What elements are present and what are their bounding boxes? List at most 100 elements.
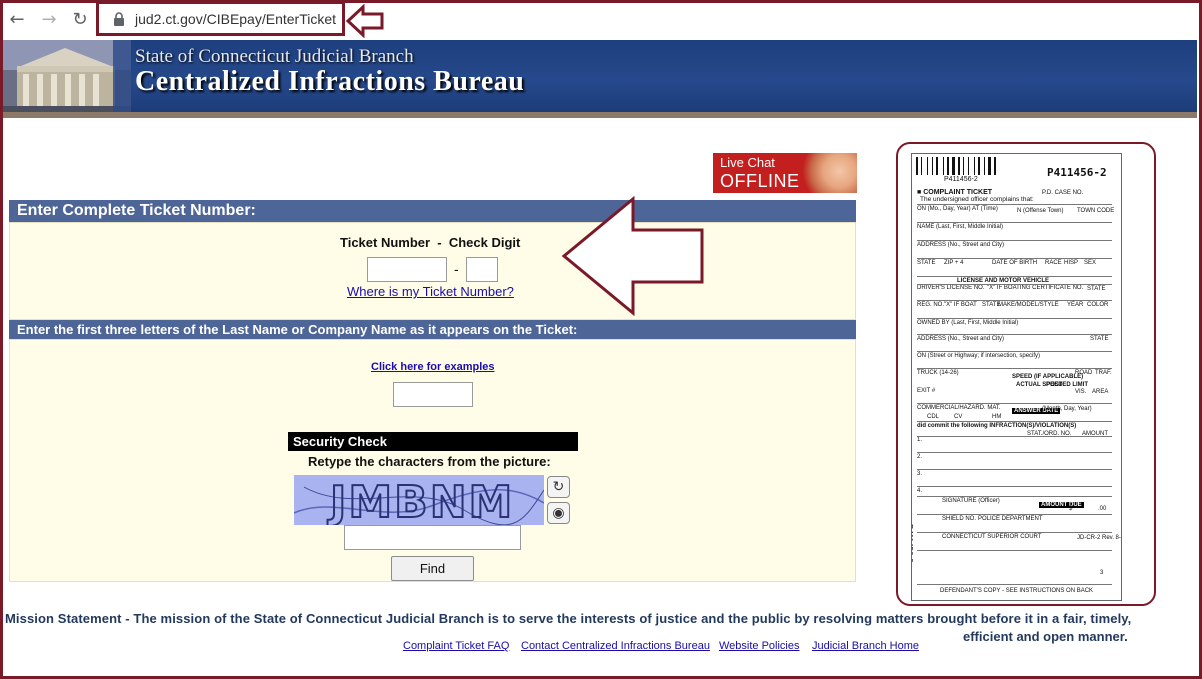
- ticket-rule-line: [917, 204, 1112, 205]
- ticket-field-label: NAME (Last, First, Middle Initial): [917, 224, 1004, 230]
- pd-case-label: P.D. CASE NO.: [1042, 190, 1084, 196]
- judicial-branch-home-link[interactable]: Judicial Branch Home: [812, 640, 919, 652]
- arrow-left-icon[interactable]: ←: [6, 9, 28, 31]
- ticket-field-label: TRUCK (14-26): [917, 370, 959, 376]
- ticket-field-label: HISP: [1064, 260, 1079, 266]
- ticket-field-label: .00: [1098, 506, 1107, 512]
- ticket-field-label: ADDRESS (No., Street and City): [917, 336, 1005, 342]
- ticket-number-label: Ticket Number - Check Digit: [340, 235, 521, 250]
- ticket-field-label: RACE: [1045, 260, 1062, 266]
- ticket-field-label: POSTED LIMIT: [1046, 382, 1088, 388]
- address-bar[interactable]: jud2.ct.gov/CIBEpay/EnterTicket: [96, 1, 345, 36]
- live-chat-label: Live Chat: [720, 155, 775, 170]
- ticket-rule-line: [917, 486, 1112, 487]
- barcode-number: P411456-2: [944, 176, 978, 183]
- ticket-field-label: AREA: [1092, 389, 1109, 395]
- ticket-section-heading: Enter Complete Ticket Number:: [9, 200, 856, 222]
- ticket-field-label: STATE: [1087, 286, 1106, 292]
- find-button[interactable]: Find: [391, 556, 474, 581]
- ticket-rule-line: [917, 276, 1112, 277]
- dash-separator: -: [454, 261, 459, 277]
- ticket-rule-line: [917, 258, 1112, 259]
- ticket-field-label: $: [1069, 506, 1073, 512]
- annotation-arrow-icon: [345, 4, 384, 38]
- ticket-field-label: STATE: [1090, 336, 1109, 342]
- ticket-field-label: N (Offense Town): [1017, 208, 1064, 214]
- mission-statement: Mission Statement - The mission of the S…: [5, 611, 1132, 626]
- examples-link[interactable]: Click here for examples: [371, 361, 495, 373]
- captcha-input[interactable]: [344, 525, 521, 550]
- ticket-field-label: SHIELD NO.: [942, 516, 977, 522]
- ticket-field-label: VIS.: [1075, 389, 1087, 395]
- ticket-field-label: DATE OF BIRTH: [992, 260, 1038, 266]
- ticket-rule-line: [917, 452, 1112, 453]
- ticket-rule-line: [917, 284, 1112, 285]
- ticket-rule-line: [917, 436, 1112, 437]
- live-chat-button[interactable]: Live Chat OFFLINE: [713, 153, 857, 193]
- lock-icon: [114, 12, 124, 26]
- ticket-field-label: EXIT #: [917, 388, 936, 394]
- mission-statement-continued: efficient and open manner.: [963, 629, 1128, 644]
- ticket-field-label: 1.: [917, 437, 923, 443]
- captcha-instruction: Retype the characters from the picture:: [308, 454, 551, 469]
- ticket-field-label: did commit the following INFRACTION(S)/V…: [917, 423, 1077, 429]
- annotation-arrow-icon: [561, 196, 704, 316]
- ticket-number-input[interactable]: [367, 257, 447, 282]
- captcha-text: JMBNM: [327, 477, 514, 525]
- security-check-heading: Security Check: [288, 432, 578, 451]
- contact-cib-link[interactable]: Contact Centralized Infractions Bureau: [521, 640, 710, 652]
- ticket-rule-line: [917, 368, 1112, 369]
- ticket-field-label: SEX: [1084, 260, 1097, 266]
- ticket-field-label: 3: [1100, 570, 1104, 576]
- ticket-field-label: CV: [954, 414, 963, 420]
- complaint-ticket-faq-link[interactable]: Complaint Ticket FAQ: [403, 640, 509, 652]
- ticket-field-label: CONNECTICUT SUPERIOR COURT: [942, 534, 1042, 540]
- audio-captcha-icon[interactable]: ◉: [547, 502, 570, 524]
- website-policies-link[interactable]: Website Policies: [719, 640, 800, 652]
- ticket-rule-line: [917, 240, 1112, 241]
- ticket-field-label: (Month, Day, Year): [1042, 406, 1092, 412]
- ticket-rule-line: [917, 222, 1112, 223]
- ticket-field-label: 4.: [917, 488, 923, 494]
- check-digit-input[interactable]: [466, 257, 498, 282]
- ticket-field-label: "X" IF BOATING CERTIFICATE NO.: [987, 285, 1084, 291]
- reload-icon[interactable]: ↻: [69, 9, 91, 31]
- ticket-field-label: ZIP + 4: [944, 260, 964, 266]
- chat-agent-image: [799, 153, 857, 193]
- ticket-rule-line: [917, 300, 1112, 301]
- ticket-rule-line: [917, 514, 1112, 515]
- ticket-field-label: ADDRESS (No., Street and City): [917, 242, 1005, 248]
- banner-title: Centralized Infractions Bureau: [135, 66, 525, 97]
- refresh-captcha-icon[interactable]: ↻: [547, 476, 570, 498]
- ticket-field-label: 3.: [917, 471, 923, 477]
- ticket-field-label: 2.: [917, 454, 923, 460]
- banner-divider: [3, 112, 1197, 118]
- url-text: jud2.ct.gov/CIBEpay/EnterTicket: [135, 11, 337, 27]
- live-chat-status: OFFLINE: [720, 171, 800, 191]
- ticket-field-label: POLICE DEPARTMENT: [978, 516, 1043, 522]
- courthouse-building-icon: [3, 40, 131, 114]
- ticket-field-label: COMMERCIAL/HAZARD. MAT.: [917, 405, 1001, 411]
- ticket-rule-line: [917, 351, 1112, 352]
- ticket-rule-line: [917, 496, 1112, 497]
- ticket-field-label: HM: [992, 414, 1002, 420]
- ticket-subtitle: The undersigned officer complains that:: [920, 196, 1034, 203]
- ticket-field-label: YEAR: [1067, 302, 1084, 308]
- arrow-right-icon[interactable]: →: [38, 9, 60, 31]
- ticket-field-label: TOWN CODE: [1077, 208, 1115, 214]
- name-section-heading: Enter the first three letters of the Las…: [9, 320, 856, 339]
- complaint-ticket-image: P411456-2 P411456-2 ■ COMPLAINT TICKET T…: [911, 153, 1122, 601]
- ticket-field-label: ROAD: [1075, 370, 1093, 376]
- ticket-title: ■ COMPLAINT TICKET: [917, 189, 993, 196]
- ticket-rule-line: [917, 584, 1112, 585]
- ticket-field-label: MAKE/MODEL/STYLE: [998, 302, 1059, 308]
- where-is-ticket-number-link[interactable]: Where is my Ticket Number?: [347, 284, 514, 299]
- last-name-input[interactable]: [393, 382, 473, 407]
- ticket-rule-line: [917, 421, 1112, 422]
- ticket-field-label: DRIVER'S LICENSE NO.: [917, 285, 985, 291]
- banner-subtitle: State of Connecticut Judicial Branch: [135, 46, 414, 67]
- ticket-field-label: OWNED BY (Last, First, Middle Initial): [917, 320, 1019, 326]
- ticket-rule-line: [917, 318, 1112, 319]
- ticket-field-label: ON (Mo., Day, Year): [917, 206, 971, 212]
- captcha-image: JMBNM: [294, 475, 544, 525]
